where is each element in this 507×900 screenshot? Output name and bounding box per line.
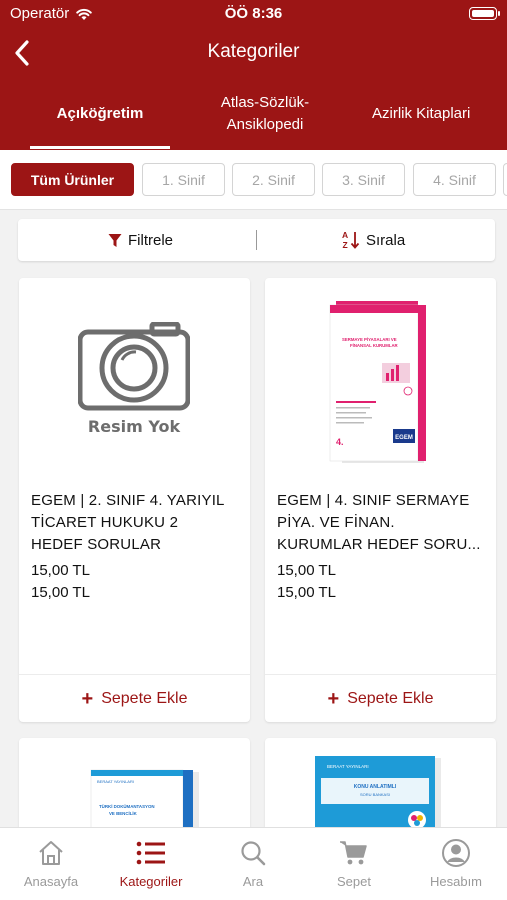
product-card[interactable]: BERAAT YAYINLARI SERMAYE PİYASALARI VE F… <box>265 278 496 722</box>
svg-text:TÜRKİ DOKÜMANTASYON: TÜRKİ DOKÜMANTASYON <box>99 804 155 809</box>
active-tab-indicator <box>30 146 170 149</box>
home-icon <box>39 841 63 865</box>
svg-text:BERAAT YAYINLARI: BERAAT YAYINLARI <box>97 779 134 784</box>
nav-cart[interactable]: Sepet <box>304 828 404 900</box>
product-price: 15,00 TL <box>277 562 336 579</box>
svg-text:FİNANSAL KURUMLAR: FİNANSAL KURUMLAR <box>350 343 399 348</box>
battery-icon <box>469 7 500 20</box>
filter-sort-bar: Filtrele A Z Sırala <box>18 219 495 261</box>
svg-text:BERAAT YAYINLARI: BERAAT YAYINLARI <box>327 764 369 769</box>
product-price-secondary: 15,00 TL <box>277 584 336 601</box>
add-to-cart-label: Sepete Ekle <box>101 689 188 707</box>
product-card[interactable]: BERAAT YAYINLARI TÜRKİ DOKÜMANTASYON VE … <box>19 738 250 838</box>
filter-button[interactable]: Filtrele <box>108 219 173 261</box>
toolbar-divider <box>256 230 257 250</box>
product-image: BERAAT YAYINLARI SERMAYE PİYASALARI VE F… <box>265 278 495 478</box>
nav-account[interactable]: Hesabım <box>406 828 506 900</box>
add-to-cart-label: Sepete Ekle <box>347 689 434 707</box>
plus-icon: + <box>327 687 340 710</box>
nav-home[interactable]: Anasayfa <box>1 828 101 900</box>
filter-label: Filtrele <box>128 231 174 249</box>
book-cover-image: BERAAT YAYINLARI SERMAYE PİYASALARI VE F… <box>329 301 426 463</box>
tab-atlas-sozluk[interactable]: Atlas-Sözlük-Ansiklopedi <box>195 92 335 136</box>
product-card[interactable]: Resim Yok EGEM | 2. SINIF 4. YARIYIL TİC… <box>19 278 250 722</box>
nav-categories-label: Kategoriler <box>119 874 183 889</box>
nav-search[interactable]: Ara <box>203 828 303 900</box>
product-name: EGEM | 2. SINIF 4. YARIYIL TİCARET HUKUK… <box>31 492 225 553</box>
search-icon <box>241 841 266 866</box>
cart-icon <box>340 841 367 865</box>
svg-text:KONU ANLATIMLI: KONU ANLATIMLI <box>354 784 397 790</box>
chip-all-products[interactable]: Tüm Ürünler <box>11 163 134 196</box>
chip-class-2[interactable]: 2. Sinif <box>232 163 315 196</box>
chip-more[interactable] <box>503 163 507 196</box>
chip-class-4[interactable]: 4. Sinif <box>413 163 496 196</box>
category-tabs: Açıköğretim Atlas-Sözlük-Ansiklopedi Azi… <box>0 85 507 150</box>
book-cover-image: BERAAT YAYINLARI TÜRKİ DOKÜMANTASYON VE … <box>90 769 199 838</box>
product-price: 15,00 TL <box>31 562 90 579</box>
nav-search-label: Ara <box>242 874 264 889</box>
status-bar: Operatör ÖÖ 8:36 <box>0 0 507 28</box>
status-time: ÖÖ 8:36 <box>224 5 283 22</box>
svg-text:4.: 4. <box>336 437 344 447</box>
product-price-secondary: 15,00 TL <box>31 584 90 601</box>
sort-label: Sırala <box>366 231 406 249</box>
nav-home-label: Anasayfa <box>23 874 79 889</box>
camera-icon: Resim Yok <box>78 322 190 434</box>
sort-button[interactable]: A Z Sırala <box>342 219 405 261</box>
tab-acikogretim[interactable]: Açıköğretim <box>30 103 170 125</box>
chip-class-3[interactable]: 3. Sinif <box>322 163 405 196</box>
app-header: Operatör ÖÖ 8:36 Kategoriler Açıköğretim… <box>0 0 507 150</box>
sort-az-icon: A Z <box>342 230 360 250</box>
class-filter-chips: Tüm Ürünler 1. Sinif 2. Sinif 3. Sinif 4… <box>0 150 507 210</box>
user-icon <box>442 839 470 867</box>
book-cover-image: BERAAT YAYINLARI KONU ANLATIMLI SORU BAN… <box>315 756 441 838</box>
bottom-navigation: Anasayfa Kategoriler Ara Sepet Hesabım <box>0 827 507 900</box>
nav-categories[interactable]: Kategoriler <box>101 828 201 900</box>
product-image-placeholder: Resim Yok <box>19 278 249 478</box>
cover-brand: EGEM <box>395 435 413 441</box>
chip-class-1[interactable]: 1. Sinif <box>142 163 225 196</box>
add-to-cart-button[interactable]: + Sepete Ekle <box>19 675 250 722</box>
svg-text:BERAAT YAYINLARI: BERAAT YAYINLARI <box>338 314 370 318</box>
product-name: EGEM | 4. SINIF SERMAYE PİYA. VE FİNAN. … <box>277 492 481 553</box>
svg-text:SERMAYE PİYASALARI VE: SERMAYE PİYASALARI VE <box>342 337 397 342</box>
list-icon <box>136 841 165 865</box>
svg-text:VE BENCİLİK: VE BENCİLİK <box>109 811 138 816</box>
placeholder-text: Resim Yok <box>88 417 181 434</box>
nav-cart-label: Sepet <box>337 874 371 889</box>
nav-account-label: Hesabım <box>429 874 483 889</box>
svg-text:SORU BANKASI: SORU BANKASI <box>360 792 390 797</box>
plus-icon: + <box>81 687 94 710</box>
tab-hazirlik-kitaplari[interactable]: Azirlik Kitaplari <box>372 103 507 125</box>
svg-text:A: A <box>342 230 348 240</box>
page-title: Kategoriler <box>207 41 300 62</box>
svg-text:Z: Z <box>343 240 348 250</box>
add-to-cart-button[interactable]: + Sepete Ekle <box>265 675 496 722</box>
product-card[interactable]: BERAAT YAYINLARI KONU ANLATIMLI SORU BAN… <box>265 738 496 838</box>
filter-icon <box>108 233 122 247</box>
